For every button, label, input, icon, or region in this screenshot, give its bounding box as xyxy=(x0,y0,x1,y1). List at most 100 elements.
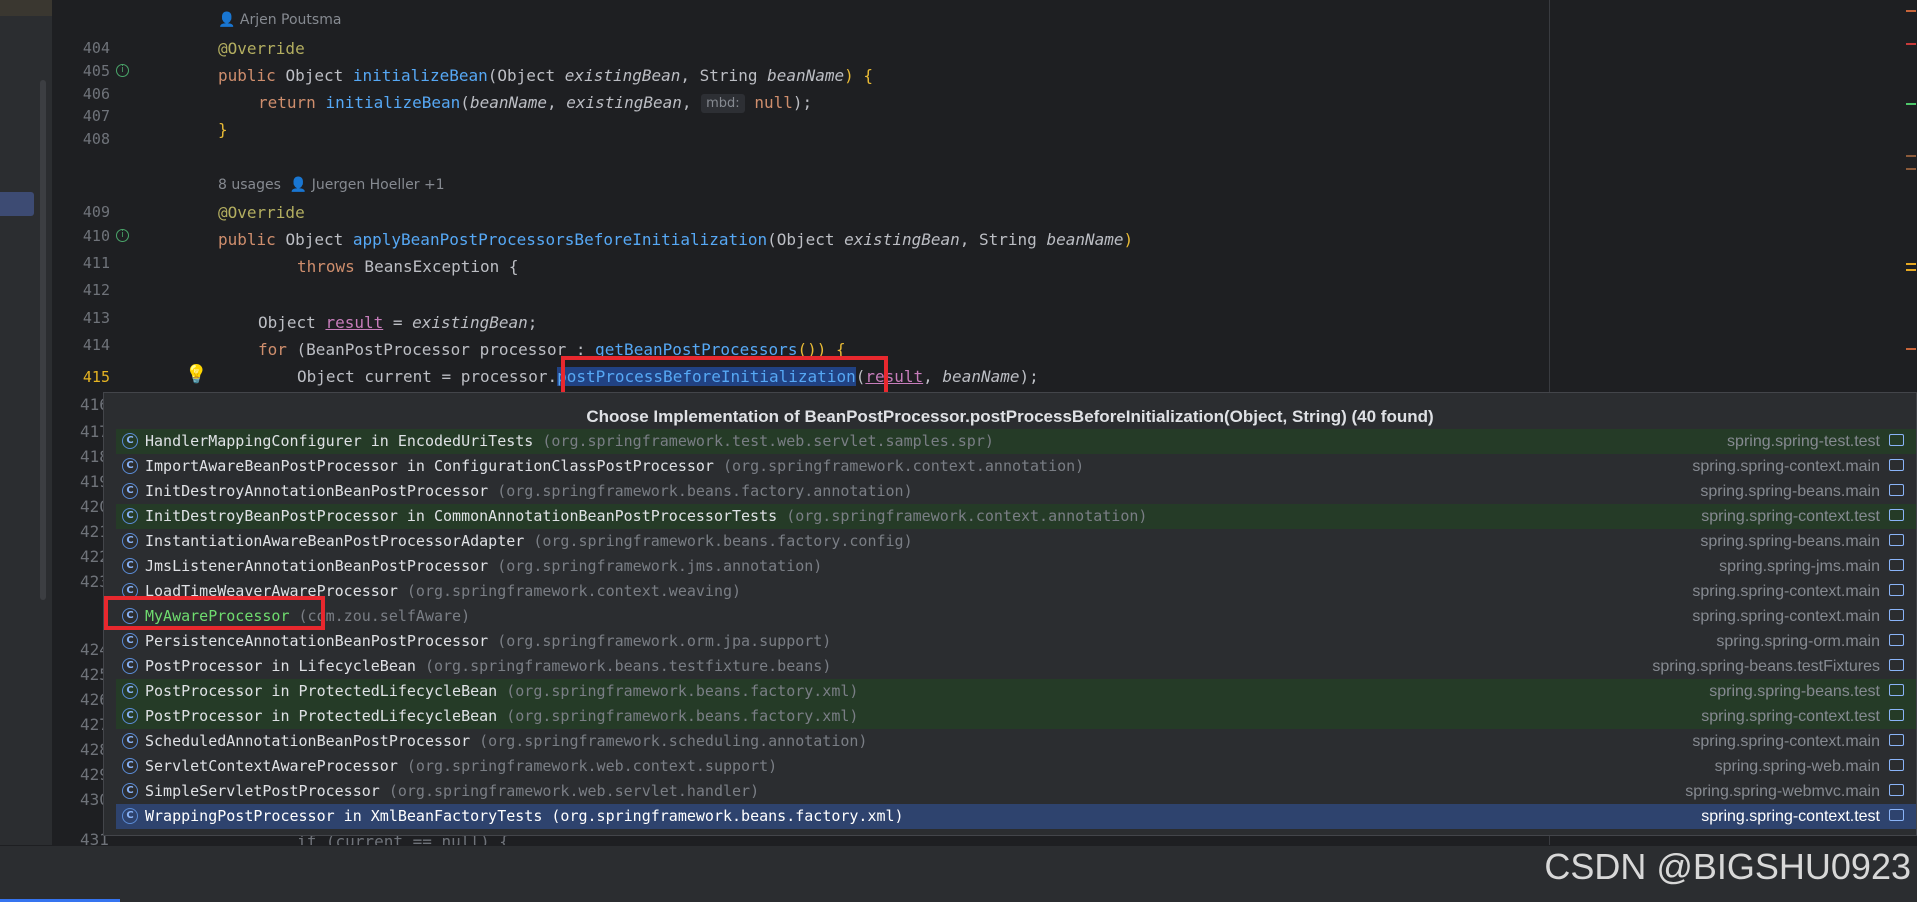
code-text: , String xyxy=(959,230,1047,249)
implementation-row[interactable]: C JmsListenerAnnotationBeanPostProcessor … xyxy=(116,554,1916,579)
folder-icon xyxy=(1889,759,1904,771)
class-icon: C xyxy=(122,658,138,674)
line-number-current: 415 xyxy=(82,368,110,386)
package-name: (org.springframework.beans.factory.confi… xyxy=(533,532,913,550)
module-name: spring.spring-beans.testFixtures xyxy=(1652,658,1880,675)
watermark: CSDN @BIGSHU0923 xyxy=(1544,846,1911,887)
method-name: initializeBean xyxy=(352,66,488,85)
code-text: ); xyxy=(1019,367,1039,386)
implementation-row[interactable]: C WrappingPostProcessor in XmlBeanFactory… xyxy=(116,804,1916,829)
implementation-row[interactable]: C PersistenceAnnotationBeanPostProcessor … xyxy=(116,629,1916,654)
code-text: Object current = processor. xyxy=(297,367,558,386)
package-name: (org.springframework.beans.factory.xml) xyxy=(506,682,859,700)
tool-window-tab-selected[interactable] xyxy=(0,192,34,216)
class-icon: C xyxy=(122,808,138,824)
implementation-name: PersistenceAnnotationBeanPostProcessor (… xyxy=(145,629,831,654)
implementation-row[interactable]: C PostProcessor in LifecycleBean (org.spr… xyxy=(116,654,1916,679)
folder-icon xyxy=(1889,809,1904,821)
module-name: spring.spring-beans.main xyxy=(1700,533,1880,550)
line-number: 413 xyxy=(82,309,110,327)
parameter: beanName xyxy=(1046,230,1124,249)
module-name: spring.spring-beans.main xyxy=(1700,483,1880,500)
class-name: InstantiationAwareBeanPostProcessorAdapt… xyxy=(145,532,525,550)
line-number: 406 xyxy=(82,85,110,103)
keyword: public xyxy=(218,66,276,85)
stripe-mark[interactable] xyxy=(1906,10,1916,12)
stripe-mark[interactable] xyxy=(1906,43,1916,45)
usages-hint[interactable]: 8 usages 👤 Juergen Hoeller +1 xyxy=(218,172,445,199)
implementation-row[interactable]: C LoadTimeWeaverAwareProcessor (org.sprin… xyxy=(116,579,1916,604)
folder-icon xyxy=(1889,584,1904,596)
implementation-name: ServletContextAwareProcessor (org.spring… xyxy=(145,754,777,779)
package-name: (org.springframework.web.context.support… xyxy=(406,757,778,775)
package-name: (org.springframework.test.web.servlet.sa… xyxy=(542,432,994,450)
implementation-row[interactable]: C ServletContextAwareProcessor (org.sprin… xyxy=(116,754,1916,779)
implementation-row[interactable]: C HandlerMappingConfigurer in EncodedUriT… xyxy=(116,429,1916,454)
class-name: SimpleServletPostProcessor xyxy=(145,782,380,800)
implementation-row[interactable]: C ScheduledAnnotationBeanPostProcessor (o… xyxy=(116,729,1916,754)
stripe-mark[interactable] xyxy=(1906,155,1916,157)
implementation-row[interactable]: C SimpleServletPostProcessor (org.springf… xyxy=(116,779,1916,804)
module-name: spring.spring-jms.main xyxy=(1719,558,1880,575)
module-name: spring.spring-context.test xyxy=(1701,708,1880,725)
implementation-row[interactable]: C InstantiationAwareBeanPostProcessorAdap… xyxy=(116,529,1916,554)
folder-icon xyxy=(1889,659,1904,671)
implementation-row[interactable]: C MyAwareProcessor (com.zou.selfAware) spr… xyxy=(116,604,1916,629)
class-icon: C xyxy=(122,708,138,724)
implementation-row[interactable]: C PostProcessor in ProtectedLifecycleBean… xyxy=(116,704,1916,729)
folder-icon xyxy=(1889,534,1904,546)
stripe-mark[interactable] xyxy=(1906,348,1916,350)
keyword: for xyxy=(258,340,287,359)
override-icon[interactable]: i xyxy=(116,229,129,242)
package-name: (org.springframework.beans.factory.xml) xyxy=(551,807,904,825)
lightbulb-icon[interactable]: 💡 xyxy=(185,364,207,385)
class-name: InitDestroyAnnotationBeanPostProcessor xyxy=(145,482,489,500)
class-name: InitDestroyBeanPostProcessor in CommonAn… xyxy=(145,507,778,525)
override-icon[interactable]: i xyxy=(116,64,129,77)
implementation-row[interactable]: C PostProcessor in ProtectedLifecycleBean… xyxy=(116,679,1916,704)
line-number: 410 xyxy=(82,227,110,245)
class-icon: C xyxy=(122,483,138,499)
code-text: ) xyxy=(1123,230,1134,249)
implementation-row[interactable]: C InitDestroyAnnotationBeanPostProcessor … xyxy=(116,479,1916,504)
code-line-413: Object result = existingBean; xyxy=(258,309,537,336)
code-text: , xyxy=(923,367,943,386)
parameter: existingBean xyxy=(412,313,528,332)
implementation-name: InitDestroyAnnotationBeanPostProcessor (… xyxy=(145,479,913,504)
package-name: (org.springframework.context.annotation) xyxy=(722,457,1085,475)
stripe-mark[interactable] xyxy=(1906,269,1916,271)
stripe-mark[interactable] xyxy=(1906,168,1916,170)
stripe-mark[interactable] xyxy=(1906,103,1916,105)
usages-link[interactable]: 8 usages xyxy=(218,177,281,193)
class-icon: C xyxy=(122,733,138,749)
line-number: 414 xyxy=(82,336,110,354)
choose-implementation-popup[interactable]: Choose Implementation of BeanPostProcess… xyxy=(103,392,1917,836)
tool-strip-scrollbar[interactable] xyxy=(40,80,46,600)
implementation-row[interactable]: C ImportAwareBeanPostProcessor in Configu… xyxy=(116,454,1916,479)
type: Object xyxy=(285,230,344,249)
code-line-406: return initializeBean(beanName, existing… xyxy=(258,89,812,116)
parameter: existingBean xyxy=(844,230,960,249)
method-call: initializeBean xyxy=(325,93,461,112)
module-name: spring.spring-web.main xyxy=(1714,758,1880,775)
folder-icon xyxy=(1889,734,1904,746)
module-name: spring.spring-context.main xyxy=(1692,608,1880,625)
implementation-name: HandlerMappingConfigurer in EncodedUriTe… xyxy=(145,429,994,454)
class-icon: C xyxy=(122,683,138,699)
class-icon: C xyxy=(122,508,138,524)
class-name: PostProcessor in ProtectedLifecycleBean xyxy=(145,707,498,725)
folder-icon xyxy=(1889,784,1904,796)
code-text: (Object xyxy=(487,66,565,85)
stripe-mark[interactable] xyxy=(1906,263,1916,265)
implementation-name: PostProcessor in ProtectedLifecycleBean … xyxy=(145,704,858,729)
code-text: (BeanPostProcessor processor : xyxy=(286,340,596,359)
class-icon: C xyxy=(122,758,138,774)
module-name: spring.spring-webmvc.main xyxy=(1685,783,1880,800)
class-icon: C xyxy=(122,433,138,449)
line-number: 412 xyxy=(82,281,110,299)
class-icon: C xyxy=(122,533,138,549)
implementation-name: PostProcessor in ProtectedLifecycleBean … xyxy=(145,679,858,704)
implementation-row[interactable]: C InitDestroyBeanPostProcessor in CommonA… xyxy=(116,504,1916,529)
code-text: = xyxy=(383,313,413,332)
author-hint[interactable]: 👤 Arjen Poutsma xyxy=(218,7,341,34)
